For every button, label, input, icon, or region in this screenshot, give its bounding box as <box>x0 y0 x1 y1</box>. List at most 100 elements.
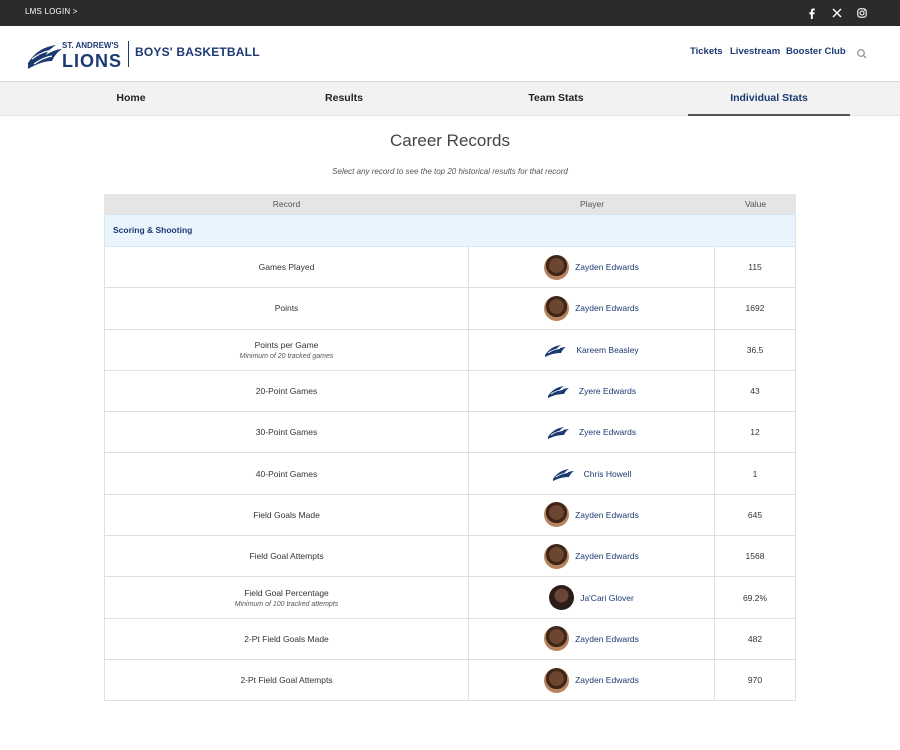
player-cell: Zayden Edwards <box>469 288 715 329</box>
player-name-link[interactable]: Zayden Edwards <box>575 510 639 520</box>
logo-line2: LIONS <box>62 51 122 71</box>
record-name: 30-Point Games <box>255 427 318 438</box>
record-cell[interactable]: 20-Point Games <box>105 370 469 412</box>
record-name: Games Played <box>258 262 315 273</box>
tab-results[interactable]: Results <box>263 82 425 116</box>
player-cell: Chris Howell <box>469 453 715 494</box>
record-cell[interactable]: Field Goals Made <box>105 494 469 536</box>
record-name: Field Goals Made <box>253 509 320 520</box>
record-cell[interactable]: 30-Point Games <box>105 412 469 453</box>
player-name-link[interactable]: Zayden Edwards <box>575 634 639 644</box>
page-subtitle: Select any record to see the top 20 hist… <box>332 167 568 176</box>
lions-logo[interactable]: ST. ANDREW'S LIONS <box>26 39 126 71</box>
table-row[interactable]: Field Goal Percentage Minimum of 100 trac… <box>104 577 796 619</box>
nav-livestream-link[interactable]: Livestream <box>730 46 780 57</box>
record-name: 2-Pt Field Goals Made <box>244 633 329 644</box>
table-row[interactable]: Field Goal Attempts Zayden Edwards 1568 <box>104 536 796 578</box>
section-header: Scoring & Shooting <box>104 214 796 247</box>
table-row[interactable]: 40-Point Games Chris Howell 1 <box>104 453 796 495</box>
record-cell[interactable]: Points per Game Minimum of 20 tracked gam… <box>105 329 469 370</box>
player-name-link[interactable]: Zayden Edwards <box>575 675 639 685</box>
record-cell[interactable]: 2-Pt Field Goal Attempts <box>105 659 469 701</box>
record-cell[interactable]: 40-Point Games <box>105 453 469 494</box>
player-name-link[interactable]: Zayden Edwards <box>575 262 639 272</box>
player-name-link[interactable]: Chris Howell <box>584 469 632 479</box>
x-icon[interactable] <box>829 5 845 21</box>
lion-logo-icon <box>547 383 573 399</box>
record-name: 20-Point Games <box>255 386 318 397</box>
tab-individual-stats[interactable]: Individual Stats <box>688 82 850 116</box>
lion-logo-icon <box>547 424 573 440</box>
player-avatar <box>544 667 570 693</box>
record-value: 115 <box>748 262 762 273</box>
tab-home[interactable]: Home <box>50 82 212 116</box>
player-avatar <box>544 626 570 652</box>
record-value: 1 <box>752 468 758 479</box>
record-name: Field Goal Attempts <box>249 551 324 562</box>
tab-team-stats[interactable]: Team Stats <box>475 82 637 116</box>
table-row[interactable]: 30-Point Games Zyere Edwards 12 <box>104 412 796 454</box>
lms-login-link[interactable]: LMS LOGIN > <box>25 7 78 16</box>
player-cell: Ja'Cari Glover <box>469 577 715 618</box>
player-avatar <box>549 585 575 611</box>
record-value: 482 <box>747 633 763 644</box>
record-name: Points <box>274 303 299 314</box>
table-row[interactable]: 2-Pt Field Goals Made Zayden Edwards 482 <box>104 618 796 660</box>
facebook-icon[interactable] <box>804 5 820 21</box>
record-value: 1568 <box>745 551 765 562</box>
record-cell[interactable]: Field Goal Percentage Minimum of 100 trac… <box>105 577 469 618</box>
record-value: 970 <box>747 675 763 686</box>
record-cell[interactable]: Games Played <box>105 247 469 288</box>
table-row[interactable]: Field Goals Made Zayden Edwards 645 <box>104 494 796 537</box>
player-cell: Zayden Edwards <box>469 618 715 659</box>
record-cell[interactable]: Field Goal Attempts <box>105 536 469 577</box>
player-cell: Zayden Edwards <box>469 247 715 288</box>
player-cell: Zyere Edwards <box>469 412 715 453</box>
record-value: 36.5 <box>746 344 764 355</box>
record-name: 2-Pt Field Goal Attempts <box>240 675 333 686</box>
table-row[interactable]: Games Played Zayden Edwards 115 <box>104 247 796 289</box>
record-cell[interactable]: 2-Pt Field Goals Made <box>105 618 469 659</box>
player-cell: Zayden Edwards <box>469 536 715 577</box>
player-name-link[interactable]: Kareem Beasley <box>576 345 638 355</box>
table-row[interactable]: Points per Game Minimum of 20 tracked gam… <box>104 329 796 371</box>
player-avatar <box>544 254 570 280</box>
player-name-link[interactable]: Zayden Edwards <box>575 551 639 561</box>
record-name: Points per Game <box>254 339 319 350</box>
record-value: 43 <box>750 386 760 397</box>
site-header: ST. ANDREW'S LIONS BOYS' BASKETBALL Tick… <box>0 26 900 82</box>
record-cell[interactable]: Points <box>105 288 469 329</box>
player-name-link[interactable]: Ja'Cari Glover <box>580 593 634 603</box>
player-cell: Kareem Beasley <box>469 329 715 370</box>
record-value: 1692 <box>745 303 765 314</box>
column-header-record: Record <box>272 199 301 209</box>
lion-logo-icon <box>544 342 570 358</box>
player-name-link[interactable]: Zyere Edwards <box>579 427 636 437</box>
nav-tickets-link[interactable]: Tickets <box>690 46 723 57</box>
player-avatar <box>544 502 570 528</box>
player-name-link[interactable]: Zyere Edwards <box>579 386 636 396</box>
table-body: Games Played Zayden Edwards 115 Points Zayde… <box>104 247 796 702</box>
record-name: 40-Point Games <box>255 468 318 479</box>
lion-logo-icon <box>28 45 62 69</box>
column-header-value: Value <box>744 199 767 209</box>
page-title: Career Records <box>390 131 510 150</box>
record-note: Minimum of 100 tracked attempts <box>234 600 339 608</box>
logo-line1: ST. ANDREW'S <box>62 41 119 50</box>
search-icon[interactable] <box>856 47 868 59</box>
player-avatar <box>544 543 570 569</box>
player-cell: Zayden Edwards <box>469 659 715 701</box>
player-cell: Zayden Edwards <box>469 494 715 536</box>
table-row[interactable]: 2-Pt Field Goal Attempts Zayden Edwards 97… <box>104 659 796 702</box>
record-value: 645 <box>747 509 763 520</box>
table-row[interactable]: Points Zayden Edwards 1692 <box>104 288 796 330</box>
record-name: Field Goal Percentage <box>244 587 329 598</box>
lion-logo-icon <box>552 466 578 482</box>
record-note: Minimum of 20 tracked games <box>239 352 334 360</box>
nav-booster-club-link[interactable]: Booster Club <box>786 46 846 57</box>
table-row[interactable]: 20-Point Games Zyere Edwards 43 <box>104 370 796 413</box>
player-cell: Zyere Edwards <box>469 370 715 412</box>
instagram-icon[interactable] <box>854 5 870 21</box>
table-header: Record Player Value <box>104 194 796 214</box>
player-name-link[interactable]: Zayden Edwards <box>575 303 639 313</box>
